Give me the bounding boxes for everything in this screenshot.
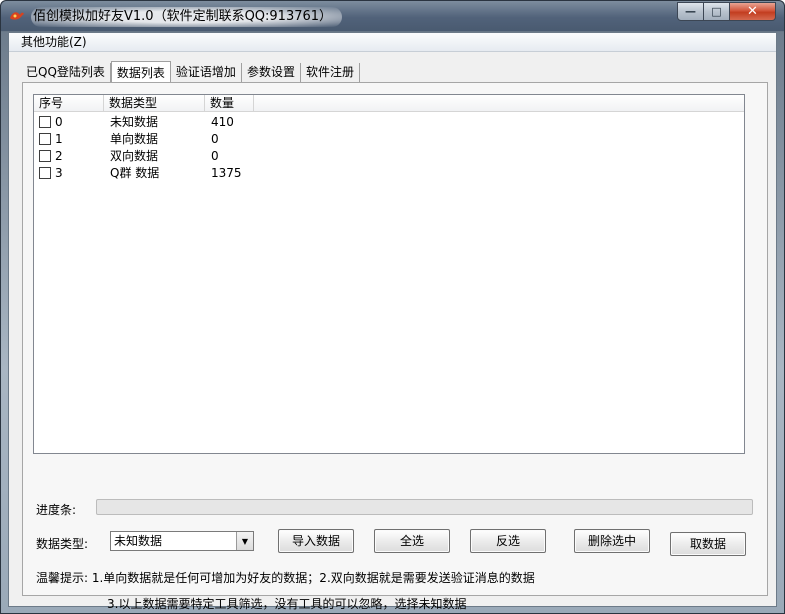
data-type-label: 数据类型: xyxy=(36,537,89,551)
list-row[interactable]: 0 未知数据 410 xyxy=(34,114,734,131)
title-bar[interactable]: 佰创模拟加好友V1.0（软件定制联系QQ:913761） — □ ✕ xyxy=(1,1,784,31)
list-header: 序号 数据类型 数量 xyxy=(34,95,254,112)
row-checkbox[interactable] xyxy=(39,167,51,179)
column-header-data-type[interactable]: 数据类型 xyxy=(104,95,205,112)
row-data-type: 单向数据 xyxy=(110,132,159,146)
row-index: 3 xyxy=(55,166,63,180)
maximize-button[interactable]: □ xyxy=(704,2,730,21)
window-controls: — □ ✕ xyxy=(677,2,776,21)
row-checkbox[interactable] xyxy=(39,150,51,162)
tab-data-list[interactable]: 数据列表 xyxy=(110,61,171,83)
column-header-index[interactable]: 序号 xyxy=(34,95,104,112)
list-header-filler xyxy=(254,95,744,112)
hint-line-1: 温馨提示: 1.单向数据就是任何可增加为好友的数据；2.双向数据就是需要发送验证… xyxy=(36,571,535,585)
list-row[interactable]: 3 Q群 数据 1375 xyxy=(34,165,734,182)
row-count: 0 xyxy=(211,132,219,146)
row-data-type: Q群 数据 xyxy=(110,166,160,180)
tab-software-registration[interactable]: 软件注册 xyxy=(301,63,360,83)
data-type-select[interactable]: 未知数据 ▼ xyxy=(110,531,254,551)
client-area: 其他功能(Z) 已QQ登陆列表 数据列表 验证语增加 参数设置 软件注册 序号 … xyxy=(8,32,777,611)
row-index: 2 xyxy=(55,149,63,163)
row-count: 1375 xyxy=(211,166,242,180)
list-rows: 0 未知数据 410 1 单向数据 0 2 双向数据 0 3 Q群 数据 137… xyxy=(34,114,734,182)
row-data-type: 未知数据 xyxy=(110,115,159,129)
app-window: 佰创模拟加好友V1.0（软件定制联系QQ:913761） — □ ✕ 其他功能(… xyxy=(0,0,785,614)
column-header-count[interactable]: 数量 xyxy=(205,95,254,112)
fetch-data-button[interactable]: 取数据 xyxy=(670,532,746,556)
close-button[interactable]: ✕ xyxy=(730,2,776,21)
row-checkbox[interactable] xyxy=(39,116,51,128)
row-index: 1 xyxy=(55,132,63,146)
progress-bar xyxy=(96,499,753,515)
tab-strip: 已QQ登陆列表 数据列表 验证语增加 参数设置 软件注册 xyxy=(21,61,360,83)
row-count: 0 xyxy=(211,149,219,163)
tab-verification-message[interactable]: 验证语增加 xyxy=(171,63,242,83)
chevron-down-icon[interactable]: ▼ xyxy=(236,532,253,550)
tab-parameter-settings[interactable]: 参数设置 xyxy=(242,63,301,83)
delete-selected-button[interactable]: 删除选中 xyxy=(574,529,650,553)
menu-bar: 其他功能(Z) xyxy=(9,33,776,52)
invert-selection-button[interactable]: 反选 xyxy=(470,529,546,553)
row-data-type: 双向数据 xyxy=(110,149,159,163)
data-list-panel: 序号 数据类型 数量 0 未知数据 410 1 单向数据 0 2 双向数据 0 … xyxy=(22,82,768,611)
select-all-button[interactable]: 全选 xyxy=(374,529,450,553)
hint-line-2: 3.以上数据需要特定工具筛选，没有工具的可以忽略，选择未知数据 xyxy=(107,597,467,611)
menu-other-functions[interactable]: 其他功能(Z) xyxy=(21,35,87,50)
data-type-selected-value: 未知数据 xyxy=(114,534,163,548)
list-row[interactable]: 2 双向数据 0 xyxy=(34,148,734,165)
tab-logged-in-qq-list[interactable]: 已QQ登陆列表 xyxy=(21,63,111,83)
list-row[interactable]: 1 单向数据 0 xyxy=(34,131,734,148)
window-title: 佰创模拟加好友V1.0（软件定制联系QQ:913761） xyxy=(31,7,343,27)
app-logo-icon xyxy=(10,12,24,20)
row-checkbox[interactable] xyxy=(39,133,51,145)
minimize-button[interactable]: — xyxy=(677,2,704,21)
progress-label: 进度条: xyxy=(36,503,77,517)
data-list-view[interactable]: 序号 数据类型 数量 0 未知数据 410 1 单向数据 0 2 双向数据 0 … xyxy=(33,94,745,454)
row-index: 0 xyxy=(55,115,63,129)
import-data-button[interactable]: 导入数据 xyxy=(278,529,354,553)
row-count: 410 xyxy=(211,115,234,129)
